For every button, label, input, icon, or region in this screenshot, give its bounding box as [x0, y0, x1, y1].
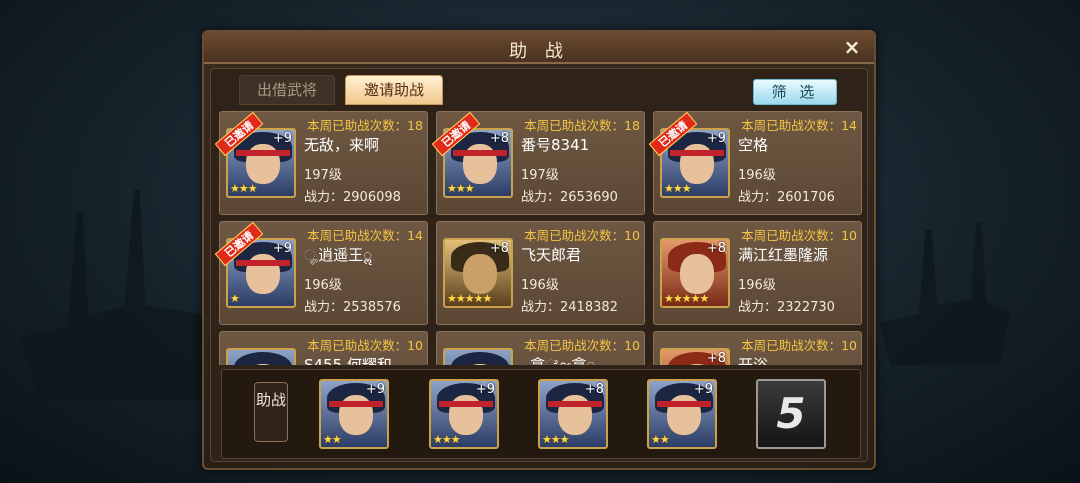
player-card[interactable]: +8 ★★★★★ 本周已助战次数：10 飞天郎君 196级战力：2418382 — [436, 221, 645, 325]
assist-slot[interactable]: +9 ★★★ — [429, 379, 499, 449]
assist-slot[interactable]: +9 ★★ — [647, 379, 717, 449]
close-button[interactable]: × — [842, 36, 862, 58]
weekly-assist-count: 本周已助战次数：10 — [307, 338, 423, 353]
weekly-assist-count: 本周已助战次数：18 — [307, 118, 423, 133]
star-rating: ★★ — [651, 433, 670, 446]
player-name: 满江红墨隆源 — [738, 246, 829, 264]
headband-shape — [236, 150, 290, 156]
enhance-level: +9 — [272, 131, 292, 146]
player-card[interactable]: 本周已助战次数：10 S455 何耀和 — [219, 331, 428, 365]
enhance-level: +8 — [584, 382, 604, 397]
player-power: 战力：2601706 — [738, 190, 835, 205]
enhance-level: +8 — [706, 351, 726, 365]
player-power: 战力：2653690 — [521, 190, 618, 205]
player-name: 番号8341 — [521, 136, 590, 154]
assist-dialog: 助 战 × 出借武将 邀请助战 筛 选 +9 ★★★ 已邀请 本周已助战次数：18 无敌… — [202, 30, 876, 470]
star-rating: ★★★ — [664, 182, 692, 195]
player-card[interactable]: +9 ★★★ 已邀请 本周已助战次数：18 无敌，来啊 197级 战力：2906098 — [215, 111, 428, 215]
assist-bar: 助战 5 +9 ★★ +9 ★★★ +8 ★★★ +9 ★★ — [221, 369, 861, 459]
face-shape — [463, 254, 497, 294]
player-name: 飞天郎君 — [521, 246, 582, 264]
player-card[interactable]: 本周已助战次数：10 ৲拿ೋ拿ॢ — [436, 331, 645, 365]
star-rating: ★★★ — [433, 433, 461, 446]
star-rating: ★★★★★ — [664, 292, 709, 305]
star-rating: ★★★★★ — [447, 292, 492, 305]
assist-slot[interactable]: +8 ★★★ — [538, 379, 608, 449]
player-list[interactable]: +9 ★★★ 已邀请 本周已助战次数：18 无敌，来啊 197级 战力：2906098 +8 ★… — [215, 109, 867, 365]
star-rating: ★★★ — [230, 182, 258, 195]
headband-shape — [439, 401, 493, 407]
headband-shape — [670, 150, 724, 156]
player-name: 开浴 — [738, 356, 769, 365]
dialog-title: 助 战 — [509, 41, 569, 62]
general-avatar — [443, 348, 513, 365]
star-rating: ★★ — [323, 433, 342, 446]
general-avatar: +8 ★★★★★ — [660, 238, 730, 308]
assist-label: 助战 — [254, 382, 288, 442]
player-card[interactable]: +9 ★★★ 已邀请 本周已助战次数：14 空格 196级 战力：2601706 — [648, 111, 862, 215]
player-card[interactable]: +8 ★★★ 已邀请 本周已助战次数：18 番号8341 197级 战力：2653690 — [431, 111, 645, 215]
assist-slot[interactable]: +9 ★★ — [319, 379, 389, 449]
dialog-body: 出借武将 邀请助战 筛 选 +9 ★★★ 已邀请 本周已助战次数：18 无敌，来啊 197… — [210, 68, 868, 462]
player-level: 196级 — [521, 278, 559, 293]
enhance-level: +9 — [365, 382, 385, 397]
title-bar: 助 战 × — [204, 32, 874, 64]
slot-count: 5 — [756, 379, 826, 449]
player-power: 战力：2538576 — [304, 300, 401, 315]
enhance-level: +9 — [272, 241, 292, 256]
enhance-level: +9 — [706, 131, 726, 146]
weekly-assist-count: 本周已助战次数：18 — [524, 118, 640, 133]
enhance-level: +8 — [489, 241, 509, 256]
general-avatar: +8 ★★★★★ — [443, 238, 513, 308]
headband-shape — [453, 150, 507, 156]
headband-shape — [657, 401, 711, 407]
player-card[interactable]: +8 ★★★★★ 本周已助战次数：10 满江红墨隆源 196级战力：2322730 — [653, 221, 862, 325]
headband-shape — [548, 401, 602, 407]
filter-button[interactable]: 筛 选 — [753, 79, 837, 105]
player-card[interactable]: +9 ★ 已邀请 本周已助战次数：14ೄ逍遥王ॢ 196级 战力：2538576 — [215, 221, 428, 325]
background-ship-right — [880, 222, 1010, 365]
general-avatar — [226, 348, 296, 365]
player-power: 战力：2906098 — [304, 190, 401, 205]
enhance-level: +9 — [693, 382, 713, 397]
weekly-assist-count: 本周已助战次数：10 — [741, 228, 857, 243]
headband-shape — [236, 260, 290, 266]
player-name: 无敌，来啊 — [304, 136, 380, 154]
player-level: 197级 — [521, 168, 559, 183]
background-ship-left — [20, 190, 210, 400]
player-name: ೄ逍遥王ॢ — [304, 246, 373, 264]
player-name: 空格 — [738, 136, 769, 154]
weekly-assist-count: 本周已助战次数：10 — [524, 228, 640, 243]
weekly-assist-count: 本周已助战次数：10 — [524, 338, 640, 353]
player-level: 197级 — [304, 168, 342, 183]
star-rating: ★★★ — [542, 433, 570, 446]
player-power: 战力：2418382 — [521, 300, 618, 315]
tab-invite-assist[interactable]: 邀请助战 — [345, 75, 443, 105]
weekly-assist-count: 本周已助战次数：10 — [741, 338, 857, 353]
face-shape — [680, 254, 714, 294]
tab-lend-generals[interactable]: 出借武将 — [239, 75, 335, 105]
player-level: 196级 — [304, 278, 342, 293]
player-level: 196级 — [738, 278, 776, 293]
player-card[interactable]: +8 本周已助战次数：10 开浴 — [653, 331, 862, 365]
enhance-level: +9 — [475, 382, 495, 397]
player-name: ৲拿ೋ拿ॢ — [521, 356, 596, 365]
star-rating: ★ — [230, 292, 240, 305]
enhance-level: +8 — [489, 131, 509, 146]
general-avatar: +8 — [660, 348, 730, 365]
weekly-assist-count: 本周已助战次数：14 — [741, 118, 857, 133]
weekly-assist-count: 本周已助战次数：14 — [307, 228, 423, 243]
headband-shape — [329, 401, 383, 407]
enhance-level: +8 — [706, 241, 726, 256]
player-name: S455 何耀和 — [304, 356, 392, 365]
player-power: 战力：2322730 — [738, 300, 835, 315]
star-rating: ★★★ — [447, 182, 475, 195]
player-level: 196级 — [738, 168, 776, 183]
